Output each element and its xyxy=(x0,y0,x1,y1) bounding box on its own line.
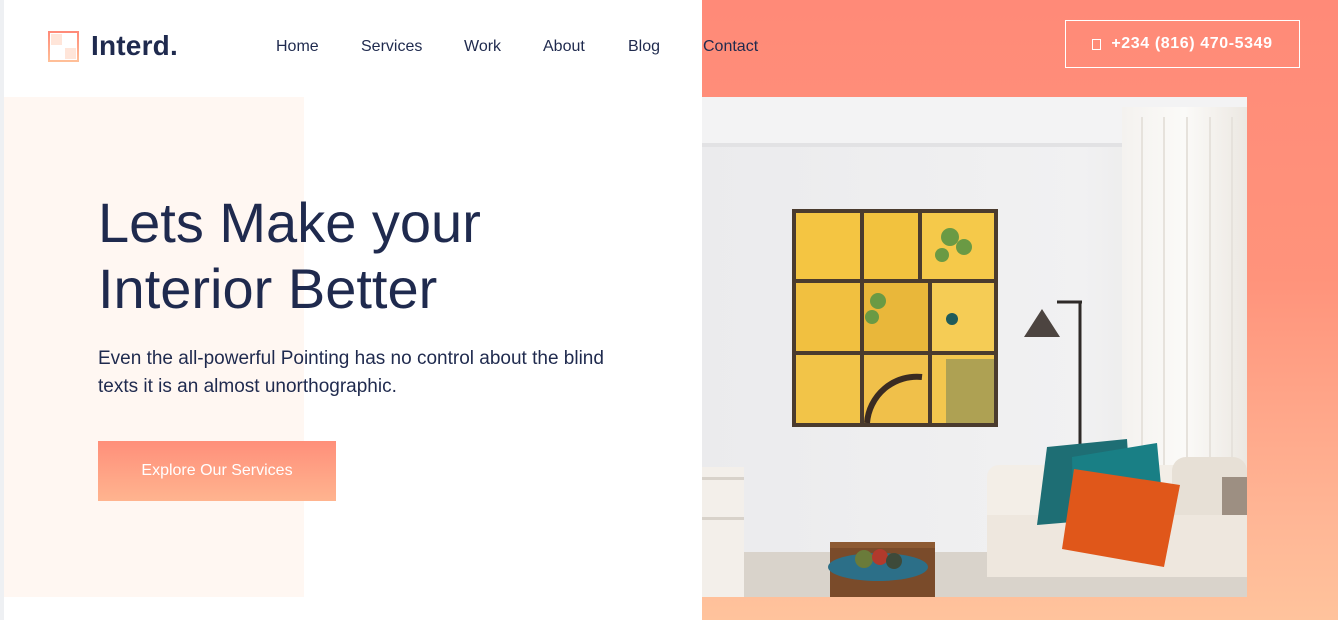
nav-item-blog[interactable]: Blog xyxy=(628,38,660,56)
window-grid-icon xyxy=(48,30,79,62)
brand-name: Interd. xyxy=(91,30,178,61)
phone-icon xyxy=(1092,38,1102,50)
nav-item-about[interactable]: About xyxy=(543,38,585,56)
hero-interior-image xyxy=(702,97,1247,597)
brand-logo[interactable]: Interd. xyxy=(48,30,178,62)
hero-title-line-1: Lets Make your xyxy=(98,191,481,254)
phone-contact-button[interactable]: +234 (816) 470-5349 xyxy=(1065,20,1300,68)
hero-subtitle: Even the all-powerful Pointing has no co… xyxy=(98,348,604,397)
nav-item-services[interactable]: Services xyxy=(361,38,422,56)
explore-services-button[interactable]: Explore Our Services xyxy=(98,441,336,501)
nav-item-work[interactable]: Work xyxy=(464,38,501,56)
hero-title: Lets Make your Interior Better xyxy=(98,190,658,322)
nav-item-contact[interactable]: Contact xyxy=(703,38,758,56)
hero-title-line-2: Interior Better xyxy=(98,257,438,320)
phone-number: +234 (816) 470-5349 xyxy=(1111,35,1273,52)
nav-item-home[interactable]: Home xyxy=(276,38,319,56)
